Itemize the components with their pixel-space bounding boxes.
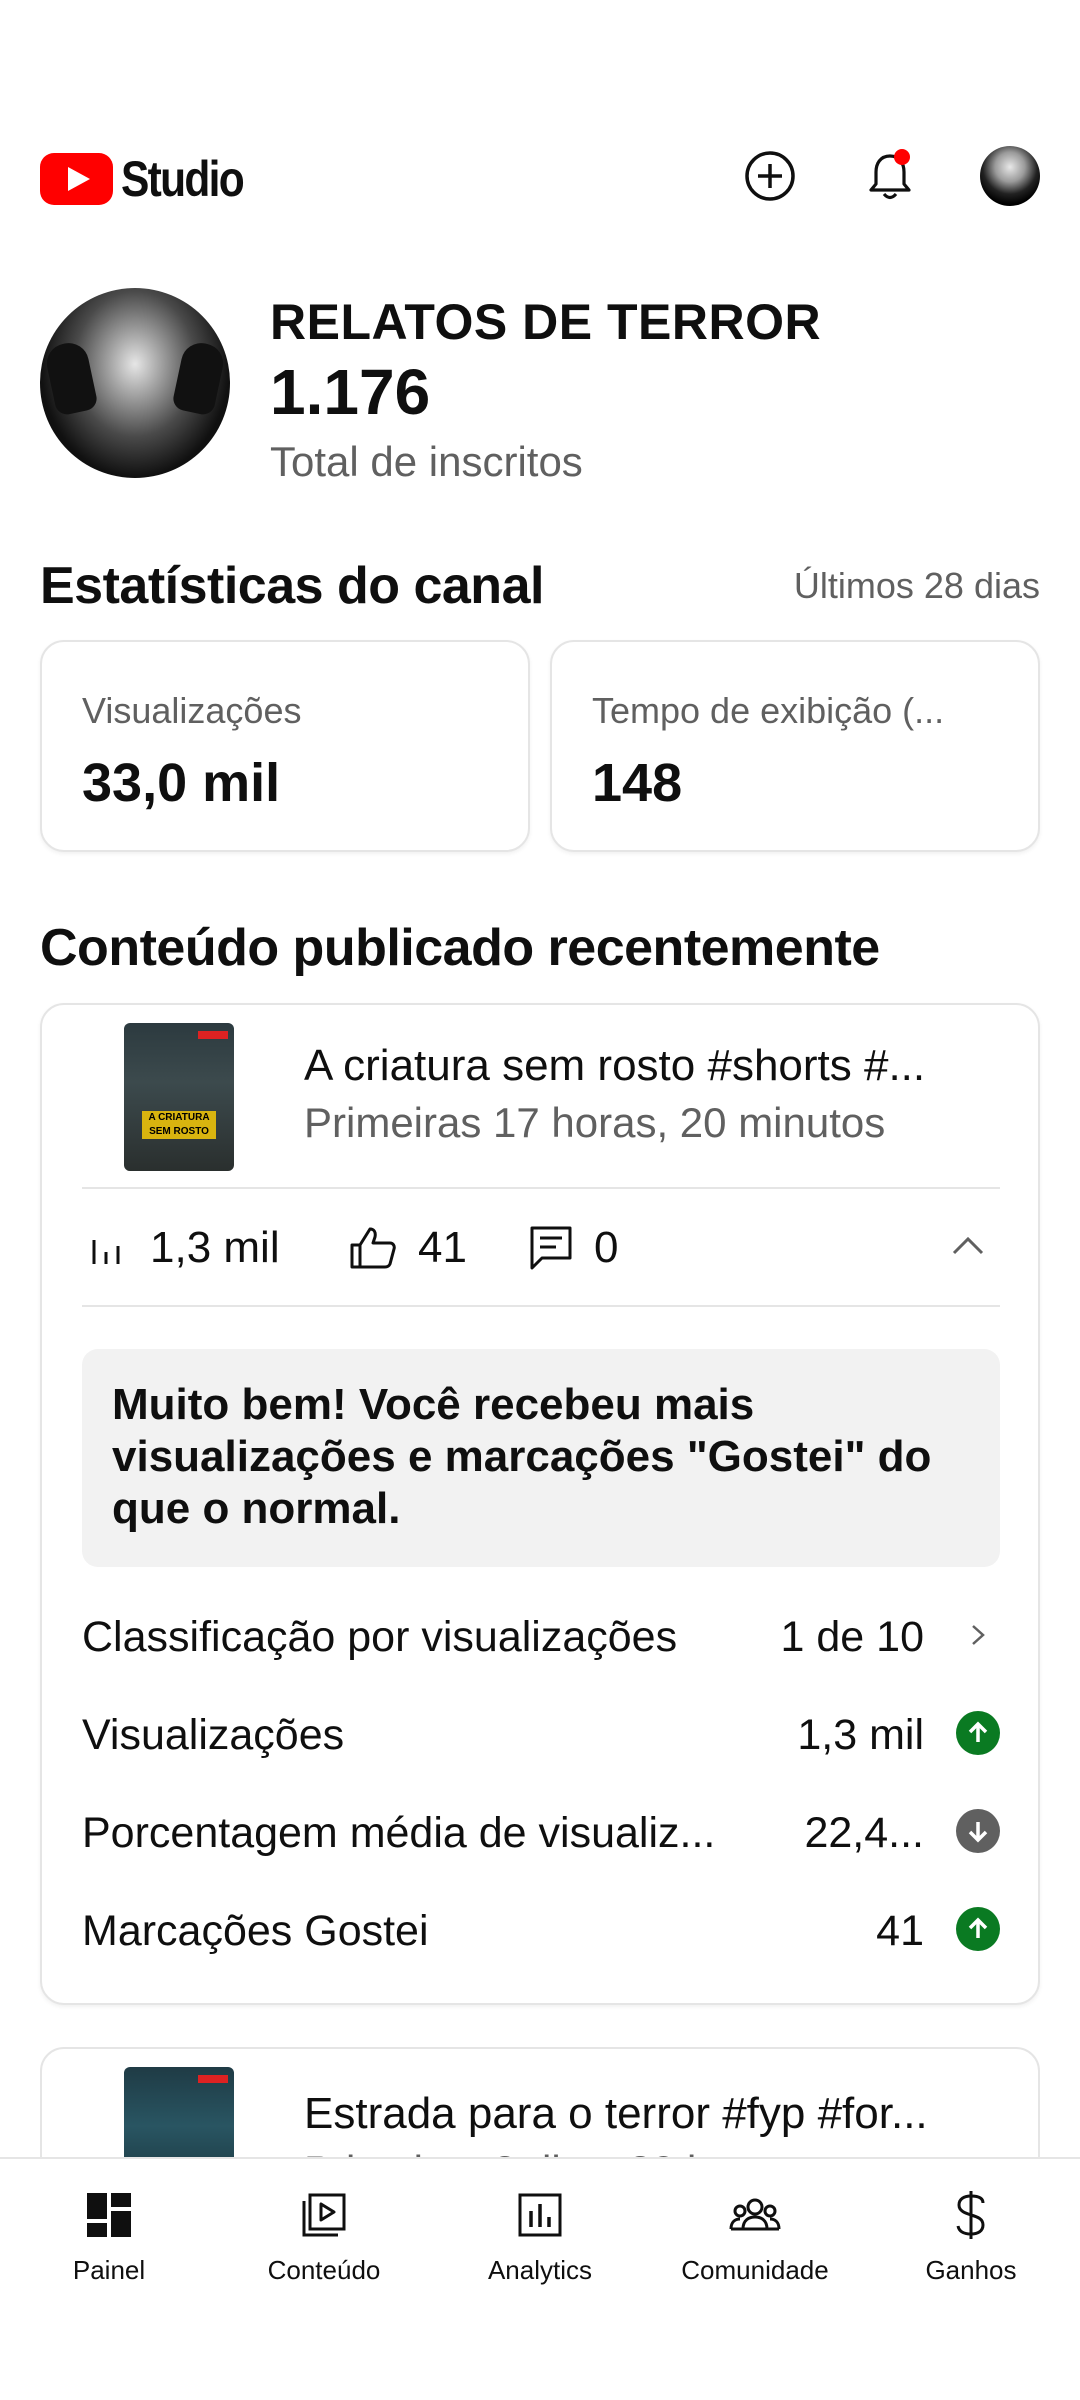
video-thumbnail[interactable]: A CRIATURA SEM ROSTO	[124, 1023, 234, 1171]
row-value: 1 de 10	[780, 1613, 924, 1661]
subscriber-label: Total de inscritos	[270, 438, 583, 485]
row-value: 41	[876, 1907, 924, 1955]
nav-dashboard[interactable]: Painel	[19, 2189, 199, 2286]
channel-avatar[interactable]	[40, 288, 230, 478]
metric-views: 1,3 mil	[86, 1223, 280, 1273]
stat-card-watch-time[interactable]: Tempo de exibição (... 148	[550, 640, 1040, 852]
bell-icon	[869, 149, 911, 200]
chevron-right-icon	[956, 1613, 1000, 1657]
youtube-play-logo-icon	[40, 153, 113, 205]
notification-dot	[894, 149, 910, 165]
bar-chart-icon	[92, 1240, 120, 1264]
dollar-icon	[945, 2189, 997, 2241]
comments-count: 0	[594, 1223, 619, 1272]
divider	[82, 1187, 1000, 1189]
subscriber-count: 1.176	[270, 356, 431, 428]
nav-label: Painel	[72, 2255, 146, 2285]
performance-insight: Muito bem! Você recebeu mais visualizaçõ…	[82, 1349, 1000, 1567]
stats-title: Estatísticas do canal	[40, 557, 544, 615]
metric-likes: 41	[348, 1223, 467, 1273]
row-label: Classificação por visualizações	[82, 1613, 678, 1661]
video-title-2[interactable]: Estrada para o terror #fyp #for...	[304, 2089, 1004, 2139]
youtube-studio-logo[interactable]: Studio	[40, 150, 265, 208]
chevron-up-icon[interactable]	[948, 1227, 988, 1267]
avg-view-percentage-row: Porcentagem média de visualiz... 22,4...	[82, 1801, 1000, 1871]
channel-name: RELATOS DE TERROR	[270, 294, 822, 350]
views-row: Visualizações 1,3 mil	[82, 1703, 1000, 1773]
metric-comments: 0	[528, 1223, 618, 1273]
arrow-up-icon	[956, 1711, 1000, 1755]
likes-row: Marcações Gostei 41	[82, 1899, 1000, 1969]
video-title[interactable]: A criatura sem rosto #shorts #...	[304, 1041, 1004, 1091]
analytics-icon	[514, 2189, 566, 2241]
stat-label: Tempo de exibição (...	[592, 690, 945, 731]
stat-card-views[interactable]: Visualizações 33,0 mil	[40, 640, 530, 852]
create-button[interactable]	[742, 148, 798, 204]
nav-content[interactable]: Conteúdo	[234, 2189, 414, 2286]
arrow-down-icon	[956, 1809, 1000, 1853]
stat-value: 148	[592, 753, 683, 813]
nav-earn[interactable]: Ganhos	[881, 2189, 1061, 2286]
thumbs-up-icon	[350, 1227, 396, 1269]
avatar-hand-right	[171, 339, 227, 417]
stat-value: 33,0 mil	[82, 753, 281, 813]
arrow-up-icon	[956, 1907, 1000, 1951]
logo-text: Studio	[121, 151, 245, 207]
recent-video-card: A CRIATURA SEM ROSTO A criatura sem rost…	[40, 1003, 1040, 2005]
notifications-button[interactable]	[862, 148, 918, 204]
channel-header: RELATOS DE TERROR 1.176 Total de inscrit…	[40, 285, 1040, 485]
divider	[82, 1305, 1000, 1307]
nav-community[interactable]: Comunidade	[665, 2189, 845, 2286]
recent-content-title: Conteúdo publicado recentemente	[40, 919, 880, 977]
avatar-hand-left	[43, 339, 99, 417]
video-period: Primeiras 17 horas, 20 minutos	[304, 1099, 886, 1146]
thumb-badge	[198, 2075, 228, 2083]
content-icon	[298, 2189, 350, 2241]
ranking-row[interactable]: Classificação por visualizações 1 de 10	[82, 1605, 1000, 1675]
add-circle-icon	[745, 151, 795, 201]
thumb-badge	[198, 1031, 228, 1039]
stats-period: Últimos 28 dias	[793, 565, 1040, 606]
row-label: Visualizações	[82, 1711, 345, 1759]
comment-icon	[530, 1226, 572, 1270]
row-value: 22,4...	[804, 1809, 924, 1857]
thumb-text: A CRIATURA SEM ROSTO	[142, 1111, 216, 1139]
stat-label: Visualizações	[82, 690, 302, 731]
likes-count: 41	[418, 1223, 467, 1272]
views-count: 1,3 mil	[150, 1223, 280, 1272]
nav-analytics[interactable]: Analytics	[450, 2189, 630, 2286]
row-label: Porcentagem média de visualiz...	[82, 1809, 716, 1857]
dashboard-icon	[83, 2189, 135, 2241]
community-icon	[729, 2189, 781, 2241]
account-avatar[interactable]	[980, 146, 1040, 206]
nav-label: Ganhos	[925, 2255, 1017, 2285]
row-value: 1,3 mil	[797, 1711, 924, 1759]
row-label: Marcações Gostei	[82, 1907, 429, 1955]
nav-label: Analytics	[487, 2255, 593, 2285]
bottom-navigation: Painel Conteúdo Analytics Comunidade Gan…	[0, 2157, 1080, 2400]
top-app-bar: Studio	[0, 140, 1080, 212]
nav-label: Comunidade	[681, 2255, 829, 2285]
nav-label: Conteúdo	[267, 2255, 381, 2285]
